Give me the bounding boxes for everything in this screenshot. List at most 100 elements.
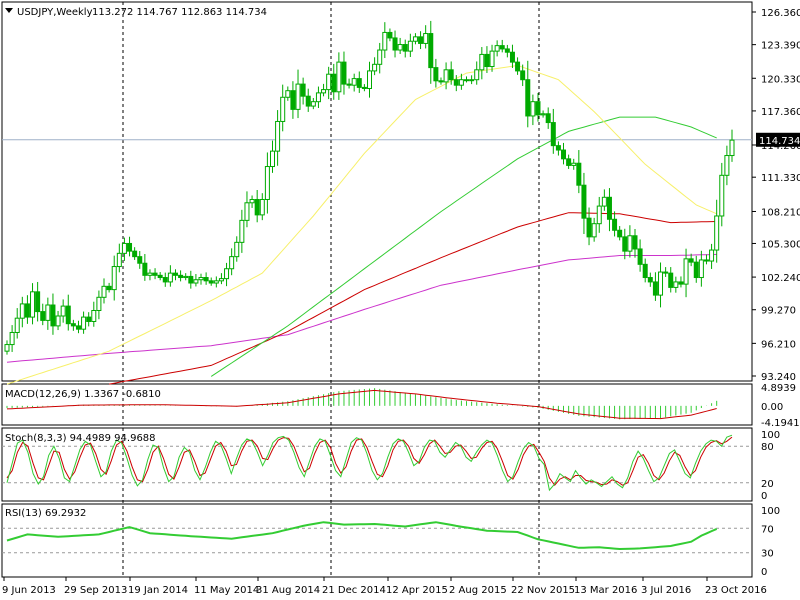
- candle-body-90: [464, 79, 470, 82]
- candle-body-125: [642, 263, 648, 279]
- rsi-tick-label-0: 100: [761, 506, 780, 517]
- stoch-tick-label-1: 80: [761, 442, 774, 453]
- candle-body-139: [714, 215, 720, 251]
- candle-body-79: [407, 40, 413, 52]
- candle-body-134: [688, 258, 694, 263]
- candle-body-36: [188, 275, 194, 284]
- candle-body-42: [218, 278, 224, 282]
- candle-body-108: [555, 145, 561, 151]
- candle-body-130: [668, 272, 674, 288]
- candle-body-28: [147, 272, 153, 276]
- candle-body-87: [448, 69, 454, 81]
- candle-body-23: [121, 242, 127, 254]
- candle-body-24: [127, 242, 133, 252]
- candle-body-15: [81, 316, 87, 330]
- candle-body-4: [24, 303, 30, 318]
- candle-body-45: [234, 241, 240, 258]
- candle-body-80: [412, 36, 418, 42]
- candle-body-25: [132, 250, 138, 258]
- price-tick-label-11: 93.240: [761, 372, 796, 383]
- candle-body-40: [208, 280, 214, 284]
- candle-body-68: [351, 78, 357, 86]
- candle-body-115: [591, 223, 597, 238]
- candle-body-44: [229, 256, 235, 270]
- candle-body-54: [280, 96, 286, 122]
- ma-green-line: [210, 116, 717, 377]
- candle-body-30: [157, 274, 163, 279]
- candle-body-32: [167, 272, 173, 283]
- x-tick-label-9: 13 Mar 2016: [574, 585, 637, 596]
- candle-body-29: [152, 272, 158, 276]
- candle-body-132: [678, 281, 684, 285]
- stoch-tick-label-3: 0: [761, 491, 767, 502]
- candle-body-51: [264, 166, 270, 200]
- candle-body-8: [45, 304, 51, 321]
- candle-body-136: [698, 259, 704, 279]
- candle-body-63: [326, 73, 332, 91]
- candle-body-119: [612, 218, 618, 231]
- price-tick-label-8: 102.240: [761, 273, 800, 284]
- candle-body-122: [627, 235, 633, 252]
- candle-body-84: [433, 67, 439, 82]
- candle-body-76: [392, 37, 398, 51]
- price-frame: [1, 1, 753, 382]
- candle-body-1: [9, 331, 15, 346]
- candle-body-58: [300, 83, 306, 97]
- candle-body-110: [566, 158, 572, 166]
- candle-body-64: [331, 73, 337, 93]
- candle-body-17: [91, 309, 97, 322]
- candle-body-107: [550, 122, 556, 147]
- rsi-tick-label-3: 0: [761, 567, 767, 578]
- macd-tick-label-0: 4.8939: [761, 383, 796, 394]
- candle-body-131: [673, 281, 679, 288]
- candle-body-48: [249, 198, 255, 204]
- candle-body-12: [65, 305, 71, 325]
- candle-body-47: [244, 202, 250, 221]
- price-tick-label-10: 96.210: [761, 339, 796, 350]
- stoch-tick-label-2: 20: [761, 479, 774, 490]
- price-tick-label-7: 105.300: [761, 239, 800, 250]
- candle-body-81: [418, 36, 424, 44]
- candle-body-34: [178, 274, 184, 279]
- candle-body-14: [75, 325, 81, 330]
- price-tick-label-9: 99.270: [761, 306, 796, 317]
- candle-body-59: [305, 95, 311, 107]
- candle-body-9: [50, 304, 56, 327]
- candle-body-67: [346, 83, 352, 86]
- x-tick-label-5: 21 Dec 2014: [322, 585, 386, 596]
- last-price-badge-label: 114.734: [759, 136, 800, 147]
- candle-body-60: [310, 101, 316, 107]
- candle-body-71: [367, 70, 372, 89]
- price-tick-label-3: 117.360: [761, 107, 800, 118]
- candle-body-65: [336, 61, 342, 93]
- candle-body-0: [4, 344, 10, 352]
- x-tick-label-4: 31 Aug 2014: [256, 585, 320, 596]
- candle-body-56: [290, 90, 296, 110]
- candle-body-38: [198, 277, 204, 281]
- x-tick-label-6: 12 Apr 2015: [386, 585, 448, 596]
- candle-body-72: [372, 63, 378, 72]
- candle-body-98: [504, 48, 510, 53]
- candle-body-89: [458, 79, 464, 86]
- candle-body-70: [361, 86, 367, 89]
- candle-body-126: [647, 277, 653, 283]
- candle-body-66: [341, 61, 347, 85]
- rsi-tick-label-2: 30: [761, 549, 774, 560]
- candle-body-77: [397, 44, 403, 51]
- candle-body-138: [709, 249, 715, 262]
- candle-body-55: [285, 90, 291, 98]
- candle-body-35: [183, 275, 189, 279]
- x-tick-label-2: 19 Jan 2014: [128, 585, 188, 596]
- candle-body-83: [428, 33, 434, 69]
- candle-body-102: [525, 79, 531, 117]
- candle-body-37: [193, 279, 199, 284]
- candle-body-75: [387, 31, 393, 39]
- candle-body-2: [14, 317, 20, 333]
- candle-body-26: [137, 256, 143, 264]
- candle-body-93: [479, 53, 485, 71]
- candle-body-133: [683, 258, 689, 285]
- candle-body-43: [224, 268, 230, 280]
- dropdown-triangle-icon[interactable]: [5, 8, 13, 13]
- candle-body-94: [484, 53, 490, 68]
- candle-body-106: [545, 113, 551, 124]
